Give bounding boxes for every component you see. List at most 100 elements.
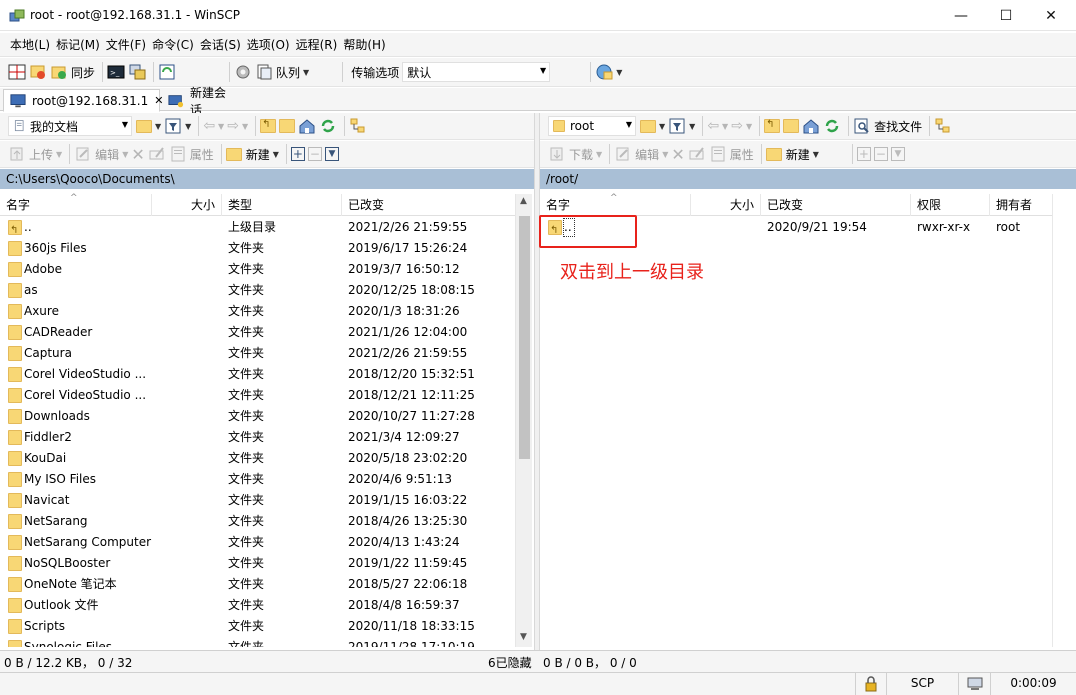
console-button[interactable]: >_	[107, 61, 125, 83]
menu-commands[interactable]: 命令(C)	[152, 34, 194, 56]
left-filter-select-button[interactable]: ▼	[324, 143, 339, 165]
table-row[interactable]: Navicat 文件夹 2019/1/15 16:03:22	[0, 490, 515, 511]
left-scrollbar-thumb[interactable]	[519, 216, 530, 459]
putty-button[interactable]	[128, 61, 146, 83]
table-row[interactable]: CADReader 文件夹 2021/1/26 12:04:00	[0, 322, 515, 343]
right-col-name[interactable]: 名字 ^	[540, 193, 691, 216]
left-new-button[interactable]: 新建 ▼	[225, 143, 279, 165]
table-row[interactable]: as 文件夹 2020/12/25 18:08:15	[0, 280, 515, 301]
right-back-button[interactable]: ⇦ ▼	[707, 115, 728, 137]
left-refresh-button[interactable]	[319, 115, 337, 137]
folder-icon	[553, 120, 565, 132]
right-filter-select-button[interactable]: ▼	[890, 143, 905, 165]
refresh-session-button[interactable]	[158, 61, 176, 83]
right-path-bar[interactable]: /root/	[540, 169, 1076, 189]
scroll-up-icon[interactable]: ▲	[520, 196, 527, 206]
right-forward-button[interactable]: ⇨ ▼	[731, 115, 752, 137]
table-row[interactable]: Outlook 文件 文件夹 2018/4/8 16:59:37	[0, 595, 515, 616]
right-rename-button[interactable]	[688, 143, 706, 165]
table-row[interactable]: Corel VideoStudio ... 文件夹 2018/12/21 12:11…	[0, 385, 515, 406]
menu-options[interactable]: 选项(O)	[247, 34, 290, 56]
menu-local[interactable]: 本地(L)	[10, 34, 50, 56]
left-properties-button[interactable]: 属性	[169, 143, 214, 165]
left-select-button[interactable]: +	[290, 143, 305, 165]
download-button[interactable]: 下载 ▼	[548, 143, 602, 165]
menu-help[interactable]: 帮助(H)	[343, 34, 385, 56]
compare-dirs-button[interactable]	[8, 61, 26, 83]
scroll-down-icon[interactable]: ▼	[520, 632, 527, 642]
menu-remote[interactable]: 远程(R)	[296, 34, 338, 56]
web-button[interactable]: ▼	[595, 61, 622, 83]
right-location-select[interactable]: root ▼	[548, 116, 636, 136]
close-window-button[interactable]: ✕	[1028, 0, 1074, 31]
preferences-button[interactable]	[234, 61, 252, 83]
right-parent-dir-button[interactable]	[764, 115, 781, 137]
left-scrollbar[interactable]: ▲ ▼	[515, 194, 532, 647]
table-row[interactable]: Downloads 文件夹 2020/10/27 11:27:28	[0, 406, 515, 427]
left-root-dir-button[interactable]	[279, 115, 296, 137]
right-new-button[interactable]: 新建 ▼	[765, 143, 819, 165]
right-filter-button[interactable]: ▼	[668, 115, 695, 137]
table-row[interactable]: NetSarang 文件夹 2018/4/26 13:25:30	[0, 511, 515, 532]
right-properties-button[interactable]: 属性	[709, 143, 754, 165]
left-back-button[interactable]: ⇦ ▼	[203, 115, 224, 137]
left-col-changed[interactable]: 已改变	[342, 194, 515, 216]
tab-session[interactable]: root@192.168.31.1 ✕	[3, 89, 163, 112]
left-edit-button[interactable]: 编辑 ▼	[74, 143, 128, 165]
menu-mark[interactable]: 标记(M)	[56, 34, 100, 56]
left-parent-dir-button[interactable]	[260, 115, 277, 137]
left-unselect-button[interactable]: −	[307, 143, 322, 165]
table-row[interactable]: Captura 文件夹 2021/2/26 21:59:55	[0, 343, 515, 364]
tab-new-session[interactable]: 新建会话	[162, 86, 242, 117]
right-tree-button[interactable]	[934, 115, 952, 137]
left-rename-button[interactable]	[148, 143, 166, 165]
right-select-button[interactable]: +	[856, 143, 871, 165]
left-col-size[interactable]: 大小	[152, 194, 222, 216]
left-tree-button[interactable]	[349, 115, 367, 137]
minimize-button[interactable]: —	[938, 0, 984, 31]
right-home-button[interactable]	[802, 115, 820, 137]
right-delete-button[interactable]: ✕	[671, 143, 684, 165]
table-row[interactable]: Synologic Files 文件夹 2019/11/28 17:10:19	[0, 637, 515, 647]
left-delete-button[interactable]: ✕	[131, 143, 144, 165]
right-col-rights[interactable]: 权限	[911, 194, 990, 216]
right-refresh-button[interactable]	[823, 115, 841, 137]
table-row[interactable]: Corel VideoStudio ... 文件夹 2018/12/20 15:32…	[0, 364, 515, 385]
left-col-type[interactable]: 类型	[222, 194, 342, 216]
menu-session[interactable]: 会话(S)	[200, 34, 241, 56]
table-row[interactable]: KouDai 文件夹 2020/5/18 23:02:20	[0, 448, 515, 469]
left-open-dir-button[interactable]: ▼	[136, 115, 161, 137]
table-row[interactable]: 360js Files 文件夹 2019/6/17 15:26:24	[0, 238, 515, 259]
table-row[interactable]: OneNote 笔记本 文件夹 2018/5/27 22:06:18	[0, 574, 515, 595]
right-root-dir-button[interactable]	[783, 115, 800, 137]
find-files-button[interactable]: 查找文件	[853, 115, 922, 137]
table-row[interactable]: Axure 文件夹 2020/1/3 18:31:26	[0, 301, 515, 322]
right-open-dir-button[interactable]: ▼	[640, 115, 665, 137]
left-col-name[interactable]: 名字 ^	[0, 193, 152, 216]
table-row[interactable]: NoSQLBooster 文件夹 2019/1/22 11:59:45	[0, 553, 515, 574]
table-row[interactable]: Scripts 文件夹 2020/11/18 18:33:15	[0, 616, 515, 637]
left-path-bar[interactable]: C:\Users\Qooco\Documents\	[0, 169, 534, 189]
right-col-owner[interactable]: 拥有者	[990, 194, 1052, 216]
table-row[interactable]: NetSarang Computer 文件夹 2020/4/13 1:43:24	[0, 532, 515, 553]
left-hidden-count[interactable]: 6已隐藏	[488, 654, 532, 671]
left-home-button[interactable]	[298, 115, 316, 137]
right-edit-button[interactable]: 编辑 ▼	[614, 143, 668, 165]
queue-button[interactable]: 队列 ▼	[255, 61, 309, 83]
maximize-button[interactable]: ☐	[983, 0, 1029, 31]
sync-dirs-button[interactable]	[29, 61, 47, 83]
left-filter-button[interactable]: ▼	[164, 115, 191, 137]
right-unselect-button[interactable]: −	[873, 143, 888, 165]
right-col-changed[interactable]: 已改变	[761, 194, 911, 216]
table-row[interactable]: My ISO Files 文件夹 2020/4/6 9:51:13	[0, 469, 515, 490]
right-col-size[interactable]: 大小	[691, 194, 761, 216]
sync-button[interactable]: 同步	[50, 61, 95, 83]
left-location-select[interactable]: 我的文档 ▼	[8, 116, 132, 136]
table-row[interactable]: .. 上级目录 2021/2/26 21:59:55	[0, 217, 515, 238]
transfer-settings-select[interactable]: 默认 ▼	[402, 62, 551, 82]
table-row[interactable]: Adobe 文件夹 2019/3/7 16:50:12	[0, 259, 515, 280]
menu-files[interactable]: 文件(F)	[106, 34, 146, 56]
left-forward-button[interactable]: ⇨ ▼	[227, 115, 248, 137]
upload-button[interactable]: 上传 ▼	[8, 143, 62, 165]
table-row[interactable]: Fiddler2 文件夹 2021/3/4 12:09:27	[0, 427, 515, 448]
